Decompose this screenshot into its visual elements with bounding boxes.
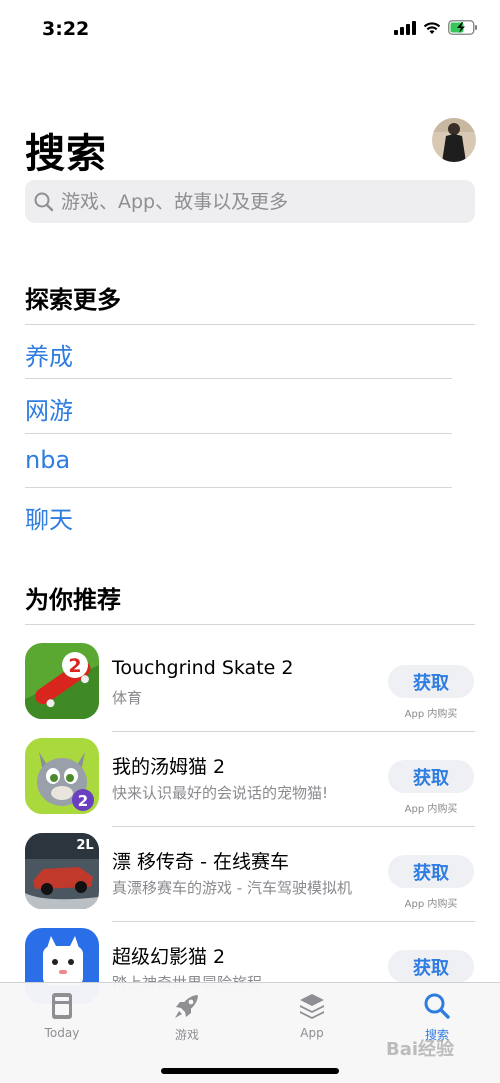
app-row-touchgrind[interactable]: 2 Touchgrind Skate 2 体育 获取 App 内购买	[0, 643, 500, 738]
get-button[interactable]: 获取	[388, 760, 474, 793]
status-time: 3:22	[42, 18, 90, 40]
app-subtitle: 快来认识最好的会说话的宠物猫!	[112, 784, 329, 802]
tom-cat-app-icon: 2	[25, 738, 99, 814]
divider	[112, 921, 475, 922]
search-bar[interactable]	[25, 180, 475, 223]
app-subtitle: 真漂移赛车的游戏 - 汽车驾驶模拟机	[112, 879, 352, 897]
get-button[interactable]: 获取	[388, 665, 474, 698]
divider	[112, 731, 475, 732]
signal-icon	[394, 20, 416, 35]
app-name: 超级幻影猫 2	[112, 946, 226, 968]
svg-text:2L: 2L	[76, 838, 93, 853]
explore-section-title: 探索更多	[25, 286, 121, 314]
status-bar: 3:22	[0, 0, 500, 60]
battery-icon	[448, 20, 477, 35]
layers-icon	[300, 994, 324, 1019]
in-app-purchase-note: App 内购买	[404, 804, 458, 815]
status-icons	[394, 20, 478, 35]
page-title: 搜索	[25, 131, 107, 177]
avatar[interactable]	[432, 118, 476, 162]
search-icon	[34, 192, 54, 211]
recommend-section-title: 为你推荐	[25, 586, 121, 614]
app-name: 我的汤姆猫 2	[112, 756, 226, 778]
search-input[interactable]	[61, 190, 451, 213]
app-subtitle: 体育	[112, 689, 143, 707]
tab-apps[interactable]: App	[272, 991, 352, 1040]
in-app-purchase-note: App 内购买	[404, 709, 458, 720]
tab-label: 游戏	[174, 1028, 199, 1042]
today-icon	[52, 993, 72, 1019]
tab-label: Today	[44, 1026, 80, 1040]
explore-link-4[interactable]: 聊天	[25, 500, 73, 535]
app-name: Touchgrind Skate 2	[112, 657, 294, 679]
app-name: 漂 移传奇 - 在线赛车	[112, 851, 289, 873]
app-row-tom[interactable]: 2 我的汤姆猫 2 快来认识最好的会说话的宠物猫! 获取 App 内购买	[0, 738, 500, 833]
tab-today[interactable]: Today	[22, 991, 102, 1040]
get-button[interactable]: 获取	[388, 855, 474, 888]
watermark: Bai经验	[386, 1039, 455, 1060]
get-button[interactable]: 获取	[388, 950, 474, 983]
wifi-icon	[423, 21, 441, 34]
search-icon	[424, 993, 450, 1019]
divider	[112, 826, 475, 827]
explore-link-3[interactable]: nba	[25, 446, 70, 474]
svg-text:2: 2	[68, 655, 81, 677]
tab-label: App	[300, 1026, 324, 1040]
divider	[25, 324, 475, 325]
divider	[25, 378, 452, 379]
drift-racing-app-icon: 2L	[25, 833, 99, 909]
divider	[25, 433, 452, 434]
divider	[25, 487, 452, 488]
svg-text:2: 2	[78, 792, 88, 810]
divider	[25, 624, 475, 625]
home-indicator[interactable]	[161, 1068, 339, 1074]
in-app-purchase-note: App 内购买	[404, 899, 458, 910]
tab-games[interactable]: 游戏	[147, 991, 227, 1043]
touchgrind-app-icon: 2	[25, 643, 99, 719]
explore-link-1[interactable]: 养成	[25, 337, 73, 372]
rocket-icon	[175, 995, 198, 1018]
app-row-drift[interactable]: 2L 漂 移传奇 - 在线赛车 真漂移赛车的游戏 - 汽车驾驶模拟机 获取 Ap…	[0, 833, 500, 928]
explore-link-2[interactable]: 网游	[25, 391, 73, 426]
